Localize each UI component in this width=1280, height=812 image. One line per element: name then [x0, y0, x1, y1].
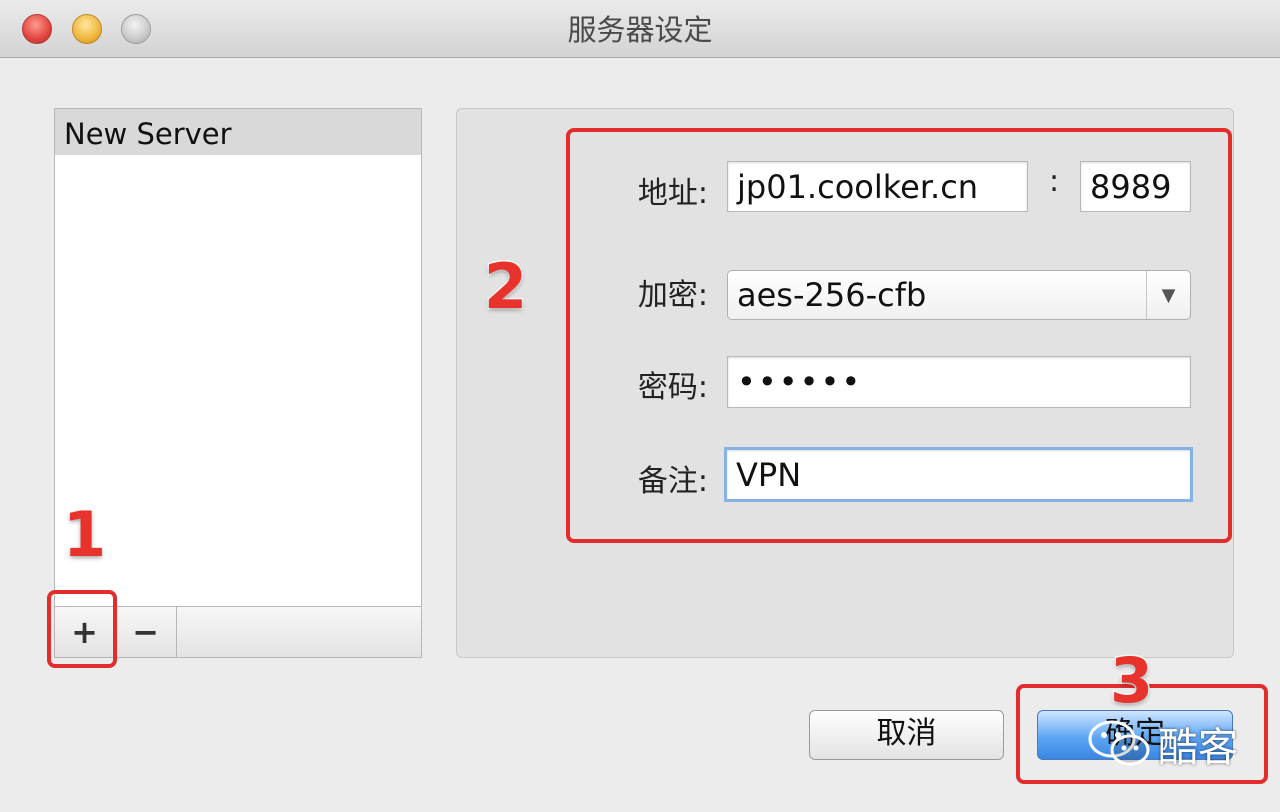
wechat-icon — [1088, 720, 1150, 766]
highlight-settings-form — [566, 128, 1232, 543]
title-bar: 服务器设定 — [0, 0, 1280, 58]
server-list: New Server + − — [54, 108, 422, 658]
remove-server-button[interactable]: − — [115, 607, 177, 658]
step-number-3: 3 — [1108, 643, 1154, 719]
highlight-add-button — [47, 590, 117, 668]
cancel-button[interactable]: 取消 — [809, 710, 1004, 760]
step-number-2: 2 — [482, 249, 528, 325]
step-number-1: 1 — [61, 497, 107, 573]
watermark-text: 酷客 — [1158, 725, 1238, 771]
watermark: 酷客 — [1088, 714, 1248, 774]
server-list-item[interactable]: New Server — [55, 109, 421, 155]
window-title: 服务器设定 — [567, 13, 713, 47]
